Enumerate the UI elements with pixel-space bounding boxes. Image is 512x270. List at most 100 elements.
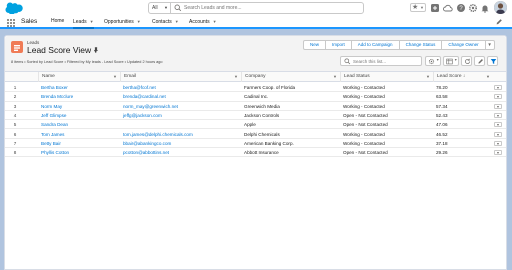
row-number: 2 [13,94,17,100]
row-number: 7 [13,140,17,146]
more-actions-button[interactable]: ▼ [484,40,495,50]
lead-name-link[interactable]: Tom James [38,130,120,139]
nav-item-opportunities[interactable]: Opportunities ▼ [104,16,141,27]
lead-email-link[interactable]: brenda@cardinal.net [120,92,241,101]
row-number: 8 [13,150,17,156]
refresh-button[interactable] [461,56,472,66]
chevron-down-icon[interactable]: ▼ [213,19,217,24]
row-actions-button[interactable]: ▼ [494,131,502,137]
list-view-selector[interactable]: Lead Score View ▼ [27,45,98,55]
column-header-label: Lead Score ↓ [437,74,466,79]
lead-email-link[interactable]: bbair@abankingco.com [120,139,241,148]
lead-status: Open - Not Contacted [343,112,388,118]
search-scope-label: All [152,5,158,11]
chevron-down-icon[interactable]: ▼ [234,72,238,82]
column-header-lead-score[interactable]: Lead Score ↓ ▼ [433,72,493,82]
favorites-button[interactable]: ★ ▼ [410,3,426,12]
chevron-down-icon: ▼ [496,95,500,100]
table-row: 2 Brenda Mcclure brenda@cardinal.net Cad… [5,92,506,102]
cloud-icon[interactable] [443,3,453,13]
avatar[interactable] [494,1,507,14]
column-header-company[interactable]: Company ▼ [241,72,340,82]
lead-email-link[interactable]: bertha@fcof.net [120,83,241,92]
column-header-email[interactable]: Email ▼ [120,72,241,82]
lead-name-link[interactable]: Bertha Boxer [38,83,120,92]
row-actions-button[interactable]: ▼ [494,112,502,118]
add-to-campaign-button[interactable]: Add to Campaign [350,40,400,50]
new-button[interactable]: New [303,40,327,50]
app-launcher-icon[interactable] [7,19,15,27]
chevron-down-icon[interactable]: ▼ [137,19,141,24]
lead-name-link[interactable]: Betty Bair [38,139,120,148]
table-row: 5 Sandra Dean Apple Open - Not Contacted… [5,120,506,130]
table-row: 7 Betty Bair bbair@abankingco.com Americ… [5,139,506,149]
nav-item-label: Opportunities [104,19,134,25]
chevron-down-icon[interactable]: ▼ [175,19,179,24]
lead-email-link[interactable]: pcotton@abbottins.net [120,148,241,157]
chevron-down-icon[interactable]: ▼ [333,72,337,82]
lead-company: Farmers Coop. of Florida [244,85,296,90]
lead-score: 29.26 [436,150,448,156]
lead-email-link[interactable]: norm_may@greenwich.net [120,102,241,111]
filter-button[interactable] [487,56,498,66]
chevron-down-icon[interactable]: ▼ [113,72,117,82]
list-view-card: Leads Lead Score View ▼ 8 items • Sorted … [4,35,507,270]
change-owner-button[interactable]: Change Owner [441,40,486,50]
chevron-down-icon: ▼ [164,5,168,10]
gear-icon[interactable] [468,3,478,13]
global-header: All ▼ ★ ▼ ? [0,0,512,16]
chevron-down-icon: ▼ [436,58,440,62]
column-header-label: Lead Status [344,74,370,79]
nav-item-leads[interactable]: Leads ▼ [73,16,94,29]
column-header-name[interactable]: Name ▼ [38,72,120,82]
lead-status: Working - Contacted [343,140,385,146]
edit-list-button[interactable] [474,56,485,66]
import-button[interactable]: Import [325,40,352,50]
column-header-lead-status[interactable]: Lead Status ▼ [340,72,433,82]
row-actions-button[interactable]: ▼ [494,103,502,109]
row-number: 3 [13,103,17,109]
list-view-info: 8 items • Sorted by Lead Score • Filtere… [11,60,163,64]
lead-company: Delphi Chemicals [244,131,280,137]
lead-name-link[interactable]: Sandra Dean [38,120,120,129]
add-icon[interactable] [430,3,440,13]
lead-company: Jackson Controls [244,112,280,118]
salesforce-cloud-logo[interactable] [5,2,23,14]
pencil-icon [478,59,483,64]
list-settings-button[interactable]: ▼ [425,56,441,66]
chevron-down-icon[interactable]: ▼ [486,72,490,82]
row-actions-button[interactable]: ▼ [494,122,502,128]
lead-email-link[interactable] [120,120,241,129]
row-actions-button[interactable]: ▼ [494,140,502,146]
bell-icon[interactable] [480,3,490,13]
action-button-group: New Import Add to Campaign Change Status… [303,40,495,50]
lead-email-link[interactable]: jeffg@jackson.com [120,111,241,120]
pin-icon[interactable] [93,47,99,53]
chevron-down-icon[interactable]: ▼ [90,19,94,24]
change-status-button[interactable]: Change Status [398,40,443,50]
search-scope-dropdown[interactable]: All ▼ [149,3,171,13]
list-search-input[interactable] [353,57,421,65]
nav-item-accounts[interactable]: Accounts ▼ [189,16,217,27]
chevron-down-icon: ▼ [420,5,424,10]
pencil-icon[interactable] [495,18,503,26]
row-actions-button[interactable]: ▼ [494,150,502,156]
lead-name-link[interactable]: Brenda Mcclure [38,92,120,101]
lead-name-link[interactable]: Jeff Glimpse [38,111,120,120]
help-icon[interactable]: ? [456,3,466,13]
global-search-input[interactable] [184,3,359,13]
nav-item-home[interactable]: Home [51,16,64,27]
lead-score: 46.52 [436,131,448,137]
display-as-button[interactable]: ▼ [443,56,459,66]
user-avatar-image [494,1,507,14]
lead-name-link[interactable]: Phyllis Cotton [38,148,120,157]
lead-score: 37.18 [436,140,448,146]
lead-status: Working - Contacted [343,131,385,137]
lead-name-link[interactable]: Norm May [38,102,120,111]
lead-score: 52.43 [436,112,448,118]
row-actions-button[interactable]: ▼ [494,85,502,90]
chevron-down-icon[interactable]: ▼ [426,72,430,82]
nav-item-contacts[interactable]: Contacts ▼ [152,16,179,27]
lead-email-link[interactable]: tom.james@delphi.chemicals.com [120,130,241,139]
row-actions-button[interactable]: ▼ [494,94,502,100]
